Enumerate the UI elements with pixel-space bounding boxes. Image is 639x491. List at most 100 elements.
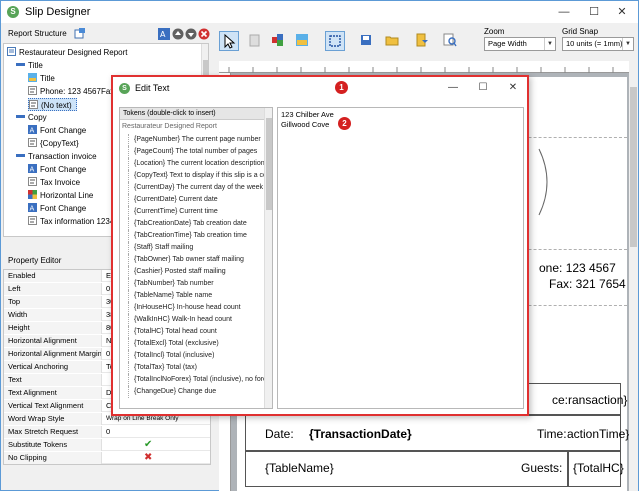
tree-item[interactable]: A Font Change [28,124,86,137]
cross-icon[interactable]: ✖ [104,452,210,464]
token-item[interactable]: {CurrentDate} Current date [128,194,264,206]
tokens-list[interactable]: Tokens (double-click to insert) Restaura… [119,107,273,409]
surface-scroll-thumb[interactable] [630,87,637,247]
move-down-icon[interactable] [185,28,197,40]
property-editor-title: Property Editor [8,256,62,265]
token-item[interactable]: {CopyText} Text to display if this slip … [128,170,264,182]
token-item[interactable]: {TableName} Table name [128,290,264,302]
token-item[interactable]: {Cashier} Posted staff mailing [128,266,264,278]
token-item[interactable]: {TotalIncl} Total (inclusive) [128,350,264,362]
dialog-minimize-button[interactable]: — [443,81,463,95]
text-line[interactable]: Gillwood Cove [281,120,329,129]
time-label[interactable]: Time: [537,427,567,441]
tree-item[interactable]: Transaction invoice [16,150,97,163]
property-row[interactable]: Substitute Tokens ✔ [4,439,210,451]
token-item[interactable]: {TotalHC} Total head count [128,326,264,338]
field-icon [296,34,308,46]
field-tool-button[interactable] [293,31,313,51]
text-editor[interactable]: 123 Chilber Ave Gillwood Cove 2 [277,107,524,409]
tree-item[interactable]: Copy [16,111,47,124]
text-icon [29,100,38,109]
token-item[interactable]: {Staff} Staff mailing [128,242,264,254]
grid-snap-select[interactable]: 10 units (= 1mm) ▼ [562,37,634,51]
close-button[interactable]: ✕ [611,4,633,20]
transaction-text[interactable]: ce:ransaction} [552,393,627,407]
text-tool-button[interactable] [245,31,265,51]
add-item-icon[interactable] [73,28,85,40]
tree-item[interactable]: Tax Invoice [28,176,80,189]
image-icon [272,34,283,46]
maximize-button[interactable]: ☐ [583,4,605,20]
designer-toolbar: Zoom Page Width ▼ Grid Snap 10 units (= … [213,25,638,59]
app-logo-icon: S [7,6,19,18]
token-item[interactable]: {WalkInHC} Walk-In head count [128,314,264,326]
move-up-icon[interactable] [172,28,184,40]
text-line[interactable]: 123 Chilber Ave [281,110,334,119]
surface-scrollbar[interactable] [629,61,638,491]
token-item[interactable]: {Location} The current location descript… [128,158,264,170]
tree-item-selected[interactable]: (No text) [28,98,77,111]
guests-token[interactable]: {TotalHC} [573,461,624,475]
dialog-title: Edit Text [135,83,170,93]
tokens-header: Tokens (double-click to insert) [120,108,264,120]
token-item[interactable]: {TabCreationDate} Tab creation date [128,218,264,230]
edit-text-icon[interactable]: A [158,28,170,40]
open-button[interactable] [383,31,403,51]
tree-item[interactable]: Horizontal Line [28,189,93,202]
property-row[interactable]: No Clipping ✖ [4,452,210,464]
token-item[interactable]: {PageNumber} The current page number [128,134,264,146]
dialog-close-button[interactable]: ✕ [503,81,523,95]
time-token[interactable]: actionTime} [567,427,629,441]
tree-item[interactable]: Tax information 1234-5 [28,215,121,228]
table-token[interactable]: {TableName} [265,461,334,475]
report-structure-title: Report Structure [8,29,67,38]
save-button[interactable] [357,31,377,51]
guests-label[interactable]: Guests: [521,461,562,475]
phone-text[interactable]: one: 123 4567 [539,261,616,275]
token-item[interactable]: {InHouseHC} In-house head count [128,302,264,314]
token-item[interactable]: {TotalInclNoForex} Total (inclusive), no… [128,374,264,386]
property-editor-header: Property Editor [3,253,113,269]
tokens-group-label: Restaurateur Designed Report [122,123,217,130]
fax-text[interactable]: Fax: 321 7654 [549,277,626,291]
tree-item[interactable]: {CopyText} [28,137,79,150]
token-item[interactable]: {TotalExcl} Total (exclusive) [128,338,264,350]
tokens-scroll-thumb[interactable] [266,118,272,210]
tree-item[interactable]: Phone: 123 4567Fax: 3 [28,85,123,98]
checkmark-icon[interactable]: ✔ [104,439,210,451]
date-token[interactable]: {TransactionDate} [309,427,412,441]
token-item[interactable]: {TabNumber} Tab number [128,278,264,290]
tree-item[interactable]: A Font Change [28,163,86,176]
text-icon [28,216,37,225]
token-item[interactable]: {PageCount} The total number of pages [128,146,264,158]
tree-item[interactable]: Title [28,72,55,85]
text-icon [28,138,37,147]
token-item[interactable]: {CurrentTime} Current time [128,206,264,218]
tree-item[interactable]: Restaurateur Designed Report [7,46,128,59]
font-icon: A [28,125,37,134]
property-row[interactable]: Max Stretch Request 0 [4,426,210,438]
svg-text:A: A [30,127,35,135]
token-item[interactable]: {TabOwner} Tab owner staff mailing [128,254,264,266]
token-item[interactable]: {TabCreationTime} Tab creation time [128,230,264,242]
token-item[interactable]: {TotalTax} Total (tax) [128,362,264,374]
preview-button[interactable] [441,31,461,51]
band-icon [16,63,25,66]
token-item[interactable]: {CurrentDay} The current day of the week [128,182,264,194]
token-item[interactable]: {ChangeDue} Change due [128,386,264,398]
select-region-button[interactable] [325,31,345,51]
band-icon [16,115,25,118]
export-button[interactable] [413,31,433,51]
report-icon [7,47,16,56]
tree-item[interactable]: A Font Change [28,202,86,215]
pointer-tool-button[interactable] [219,31,239,51]
save-icon [361,35,371,45]
dialog-maximize-button[interactable]: ☐ [473,81,493,95]
zoom-select[interactable]: Page Width ▼ [484,37,556,51]
image-tool-button[interactable] [269,31,289,51]
minimize-button[interactable]: — [553,4,575,20]
date-label[interactable]: Date: [265,427,294,441]
tree-item[interactable]: Title [16,59,43,72]
tokens-scrollbar[interactable] [264,108,272,408]
delete-icon[interactable] [198,28,210,40]
